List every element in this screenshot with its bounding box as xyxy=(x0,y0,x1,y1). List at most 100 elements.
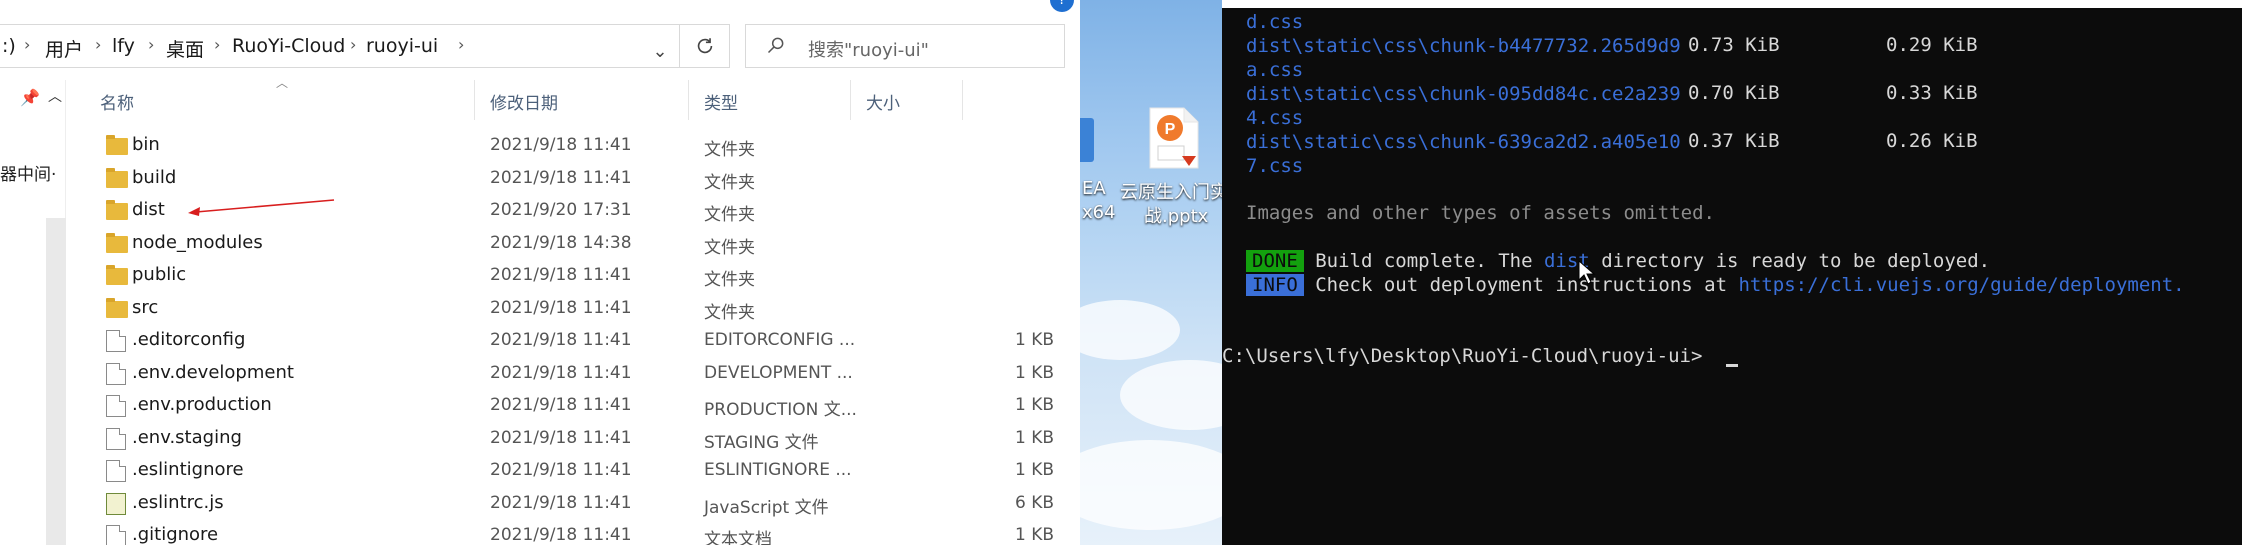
terminal-line: 7.css xyxy=(1246,155,1304,177)
file-row-eslintrc-js[interactable]: .eslintrc.js 2021/9/18 11:41 JavaScript 文件… xyxy=(66,488,1080,520)
terminal-prompt[interactable]: C:\Users\lfy\Desktop\RuoYi-Cloud\ruoyi-u… xyxy=(1222,344,1702,368)
svg-text:P: P xyxy=(1165,121,1176,138)
file-type: 文本文档 xyxy=(704,530,772,545)
file-icon xyxy=(106,525,126,545)
scroll-up-icon[interactable]: ︿ xyxy=(48,86,62,106)
breadcrumb-lfy[interactable]: lfy xyxy=(112,35,135,57)
js-file-icon xyxy=(106,492,126,515)
file-date: 2021/9/18 11:41 xyxy=(490,135,632,155)
file-date: 2021/9/18 11:41 xyxy=(490,460,632,480)
breadcrumb-users[interactable]: 用户 xyxy=(45,35,83,62)
file-date: 2021/9/18 11:41 xyxy=(490,297,632,318)
nav-item-label[interactable]: 器中间· xyxy=(0,160,56,185)
file-date: 2021/9/18 11:41 xyxy=(490,427,632,448)
breadcrumb-ruoyi-cloud[interactable]: RuoYi-Cloud xyxy=(232,35,345,57)
folder-icon xyxy=(106,167,128,188)
file-row-eslintignore[interactable]: .eslintignore 2021/9/18 11:41 ESLINTIGNORE… xyxy=(66,455,1080,487)
column-divider[interactable] xyxy=(474,80,475,120)
file-icon xyxy=(106,395,126,417)
refresh-button[interactable] xyxy=(680,24,730,68)
folder-icon xyxy=(106,297,128,318)
address-row: :) › 用户 › lfy › 桌面 › RuoYi-Cloud › ruoyi… xyxy=(0,20,1080,72)
file-row-node-modules[interactable]: node_modules 2021/9/18 14:38 文件夹 xyxy=(66,228,1080,260)
file-type: 文件夹 xyxy=(704,172,755,193)
column-type[interactable]: 类型 xyxy=(704,89,738,114)
breadcrumb-drive[interactable]: :) xyxy=(2,35,16,57)
idea-app-icon[interactable] xyxy=(1080,118,1094,162)
terminal-titlebar[interactable] xyxy=(1222,0,2242,8)
asset-gzip-size: 0.29 KiB xyxy=(1886,34,1978,56)
asset-gzip-size: 0.26 KiB xyxy=(1886,130,1978,152)
file-row-bin[interactable]: bin 2021/9/18 11:41 文件夹 xyxy=(66,130,1080,162)
file-date: 2021/9/18 11:41 xyxy=(490,395,632,415)
terminal-line: dist\static\css\chunk-639ca2d2.a405e10 xyxy=(1246,131,1681,153)
mouse-pointer-icon xyxy=(1578,260,1596,285)
asset-gzip-size: 0.33 KiB xyxy=(1886,82,1978,104)
file-name: .gitignore xyxy=(132,524,219,545)
chevron-right-icon: › xyxy=(458,35,465,54)
terminal-window[interactable]: d.css dist\static\css\chunk-b4477732.265… xyxy=(1222,0,2242,545)
chevron-right-icon: › xyxy=(95,35,102,54)
file-icon xyxy=(106,460,126,482)
deployment-url-link[interactable]: https://cli.vuejs.org/guide/deployment. xyxy=(1738,274,2184,296)
chevron-right-icon: › xyxy=(148,35,155,54)
search-placeholder: 搜索"ruoyi-ui" xyxy=(808,40,929,61)
pin-icon[interactable]: 📌 xyxy=(20,88,40,107)
file-type: EDITORCONFIG ... xyxy=(704,330,856,350)
terminal-line: d.css xyxy=(1246,11,1304,33)
pptx-file-label[interactable]: 云原生入门实 xyxy=(1120,178,1222,204)
chevron-down-icon[interactable]: ⌄ xyxy=(640,29,680,73)
idea-label[interactable]: x64 xyxy=(1082,202,1116,223)
terminal-cursor xyxy=(1726,364,1738,367)
column-divider[interactable] xyxy=(688,80,689,120)
done-message-b: directory is ready to be deployed. xyxy=(1589,250,1991,272)
file-size: 1 KB xyxy=(1014,330,1054,350)
file-name: src xyxy=(132,296,159,318)
column-headers: ︿ 名称 修改日期 类型 大小 xyxy=(66,76,1080,120)
column-size[interactable]: 大小 xyxy=(866,89,900,114)
idea-label[interactable]: EA xyxy=(1082,178,1106,199)
file-row-env-development[interactable]: .env.development 2021/9/18 11:41 DEVELOPME… xyxy=(66,358,1080,390)
folder-icon xyxy=(106,200,128,220)
file-icon xyxy=(106,330,126,352)
file-row-env-staging[interactable]: .env.staging 2021/9/18 11:41 STAGING 文件 1 K… xyxy=(66,423,1080,455)
file-row-gitignore[interactable]: .gitignore 2021/9/18 11:41 文本文档 1 KB xyxy=(66,520,1080,545)
file-row-editorconfig[interactable]: .editorconfig 2021/9/18 11:41 EDITORCONFIG… xyxy=(66,325,1080,357)
file-date: 2021/9/18 11:41 xyxy=(490,265,632,285)
file-size: 1 KB xyxy=(1014,525,1054,545)
file-type: 文件夹 xyxy=(704,205,755,225)
column-date[interactable]: 修改日期 xyxy=(490,89,558,114)
help-icon[interactable]: ? xyxy=(1050,0,1074,12)
file-type: STAGING 文件 xyxy=(704,432,819,453)
pptx-file-icon[interactable]: P xyxy=(1144,106,1202,170)
folder-icon xyxy=(106,232,128,253)
file-row-build[interactable]: build 2021/9/18 11:41 文件夹 xyxy=(66,163,1080,195)
column-name[interactable]: 名称 xyxy=(100,89,134,114)
cloud-decoration xyxy=(1120,360,1222,430)
folder-icon xyxy=(106,135,128,155)
address-bar[interactable]: :) › 用户 › lfy › 桌面 › RuoYi-Cloud › ruoyi… xyxy=(0,24,680,68)
file-name: public xyxy=(132,264,187,285)
pptx-file-label[interactable]: 战.pptx xyxy=(1144,202,1208,228)
nav-scrollbar[interactable] xyxy=(46,218,66,545)
file-icon xyxy=(106,427,126,450)
desktop-background: EA x64 P 云原生入门实 战.pptx xyxy=(1080,0,1222,545)
file-name: .env.production xyxy=(132,394,272,415)
file-type: ESLINTIGNORE ... xyxy=(704,460,852,480)
column-divider[interactable] xyxy=(962,80,963,120)
file-date: 2021/9/18 11:41 xyxy=(490,525,632,545)
terminal-line: a.css xyxy=(1246,59,1304,81)
cloud-decoration xyxy=(1080,440,1222,530)
file-name: .editorconfig xyxy=(132,329,246,350)
file-row-env-production[interactable]: .env.production 2021/9/18 11:41 PRODUCTION… xyxy=(66,390,1080,422)
file-type: 文件夹 xyxy=(704,237,755,258)
file-row-public[interactable]: public 2021/9/18 11:41 文件夹 xyxy=(66,260,1080,292)
search-box[interactable]: 搜索"ruoyi-ui" xyxy=(745,24,1065,68)
breadcrumb-desktop[interactable]: 桌面 xyxy=(166,35,204,62)
column-divider[interactable] xyxy=(850,80,851,120)
file-type: JavaScript 文件 xyxy=(704,497,829,518)
breadcrumb-ruoyi-ui[interactable]: ruoyi-ui xyxy=(366,35,438,57)
file-row-src[interactable]: src 2021/9/18 11:41 文件夹 xyxy=(66,293,1080,325)
file-date: 2021/9/18 11:41 xyxy=(490,492,632,513)
red-arrow-annotation xyxy=(188,199,335,216)
